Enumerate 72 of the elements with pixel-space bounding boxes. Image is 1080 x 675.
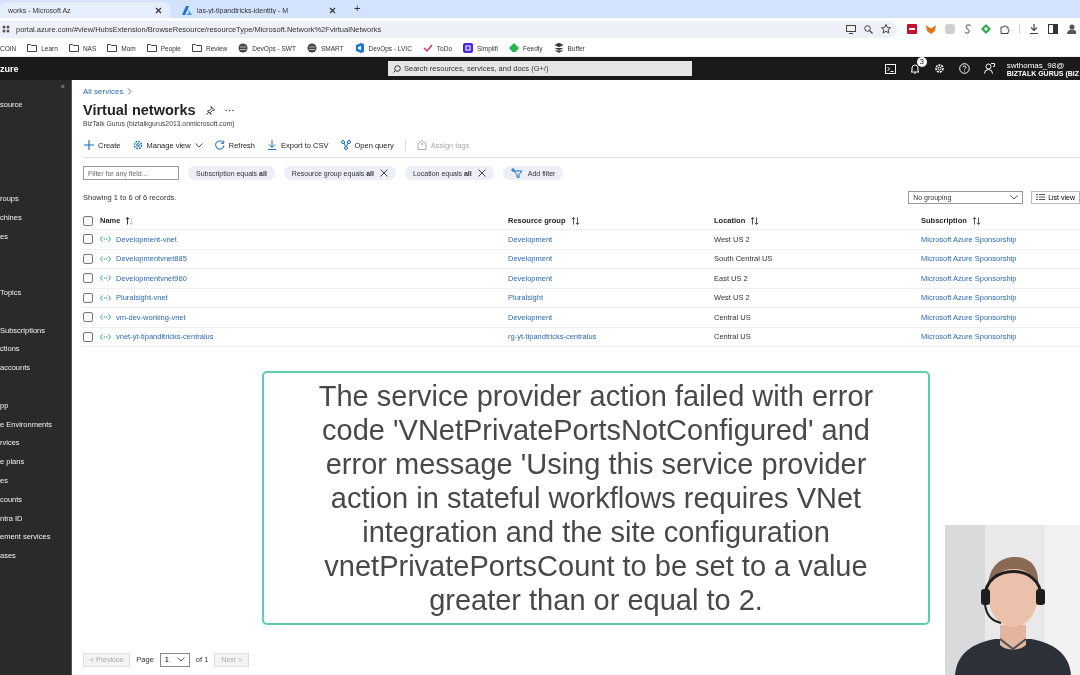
close-icon[interactable]: [155, 6, 162, 14]
site-info-icon: [2, 25, 10, 33]
notification-badge: 3: [916, 57, 927, 67]
help-icon[interactable]: [958, 63, 970, 74]
folder-icon: [68, 43, 79, 53]
network-icon: [100, 294, 111, 301]
folder-icon: [191, 43, 202, 53]
chevron-icon: [127, 87, 133, 95]
download-icon[interactable]: [1029, 24, 1039, 34]
side-panel-icon[interactable]: [1048, 24, 1058, 34]
sort-icon[interactable]: [971, 216, 981, 225]
more-icon[interactable]: [224, 108, 234, 112]
zoom-icon[interactable]: [864, 24, 873, 34]
azure-logo-icon: [182, 5, 192, 15]
feedback-icon[interactable]: [983, 63, 995, 74]
download-icon: [267, 140, 277, 150]
plus-icon: [84, 140, 94, 150]
folder-icon: [146, 43, 157, 53]
search-icon: [393, 64, 401, 73]
error-message: The service provider action failed with error code 'VNetPrivatePortsNotConfigured' and error message 'Using this service provider action in stateful workflows requires VNet integration and the site configuration vnetPrivatePortsCount to be set to a value greater than or equal to 2.: [317, 379, 875, 617]
checkbox[interactable]: [83, 292, 93, 303]
check-icon: [422, 43, 433, 53]
sort-icon[interactable]: [570, 216, 580, 225]
folder-icon: [107, 43, 118, 53]
settings-icon: [132, 140, 143, 150]
network-icon: [100, 255, 111, 262]
bell-icon[interactable]: [909, 63, 920, 74]
filter-add-icon: [510, 168, 522, 178]
breadcrumb-link[interactable]: All services: [83, 86, 124, 96]
cloud-icon: [354, 43, 365, 53]
stack-icon: [553, 43, 564, 53]
chevron-down-icon: [176, 657, 185, 662]
pin-icon[interactable]: [205, 105, 215, 115]
network-icon: [100, 314, 111, 321]
checkbox[interactable]: [83, 312, 93, 323]
settings-icon[interactable]: [933, 63, 945, 74]
checkbox[interactable]: [83, 331, 93, 342]
extension-icon[interactable]: [907, 24, 917, 34]
page-title: Virtual networks: [83, 101, 196, 119]
checkbox[interactable]: [83, 234, 93, 245]
network-icon: [100, 275, 111, 282]
chevron-down-icon: [1010, 194, 1019, 200]
new-tab-button[interactable]: +: [348, 2, 367, 16]
list-icon: [1036, 194, 1046, 200]
globe-icon: [306, 43, 317, 53]
refresh-icon: [214, 140, 225, 150]
extension-icon[interactable]: [981, 24, 991, 34]
leaf-icon: [509, 43, 519, 53]
chevron-down-icon: [194, 142, 203, 148]
install-app-icon[interactable]: [846, 24, 856, 34]
fox-icon[interactable]: [926, 24, 936, 34]
collapse-button[interactable]: «: [60, 82, 65, 91]
close-icon: [379, 169, 388, 177]
folder-icon: [27, 43, 38, 53]
checkbox[interactable]: [83, 253, 93, 264]
avatar-icon[interactable]: [1067, 24, 1076, 34]
globe-icon: [238, 43, 249, 53]
terminal-icon[interactable]: [884, 63, 896, 74]
star-icon[interactable]: [881, 24, 891, 34]
query-icon: [340, 140, 351, 150]
sort-icon[interactable]: [125, 216, 135, 225]
network-icon: [100, 236, 111, 243]
network-icon: [100, 333, 111, 340]
sort-icon[interactable]: [750, 216, 760, 225]
app-icon: [463, 43, 474, 53]
portal-brand[interactable]: zure: [0, 63, 388, 74]
checkbox[interactable]: [83, 273, 93, 284]
puzzle-icon[interactable]: [1000, 24, 1010, 34]
tag-icon: [416, 140, 427, 150]
close-icon: [477, 169, 486, 177]
close-icon[interactable]: [329, 6, 336, 14]
checkbox[interactable]: [83, 215, 93, 226]
